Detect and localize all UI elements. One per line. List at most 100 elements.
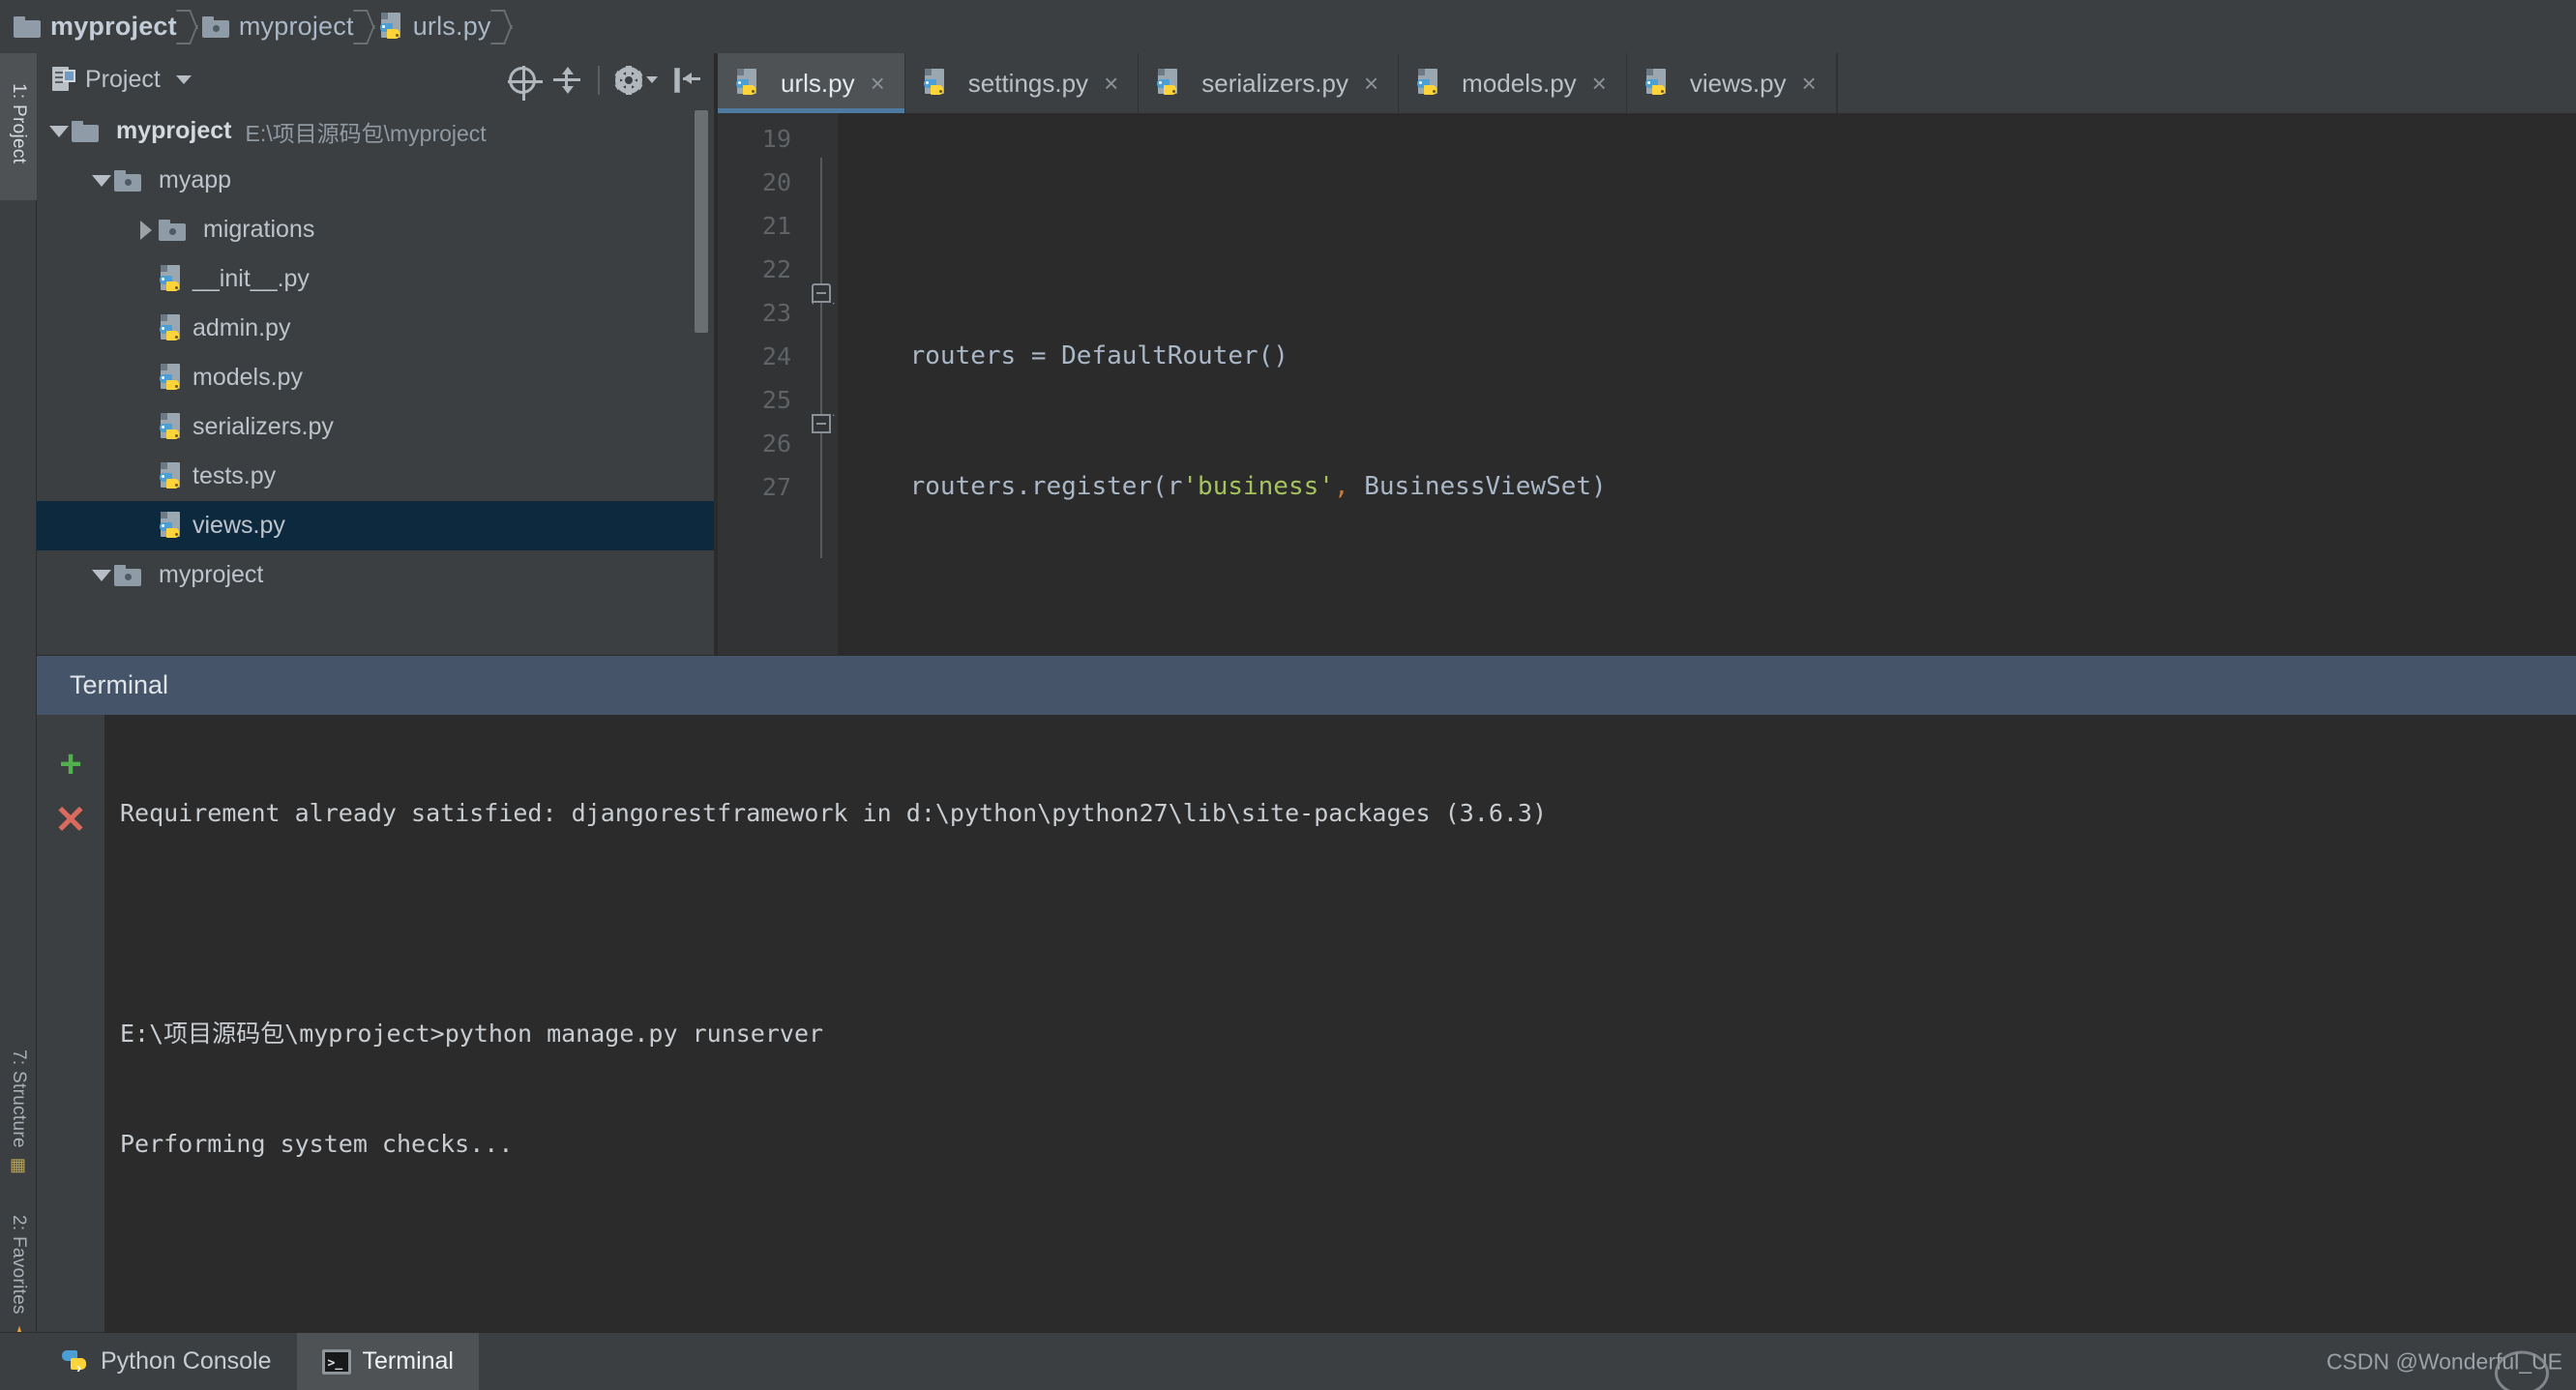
- python-file-icon: [159, 461, 184, 491]
- status-item-label: Terminal: [362, 1347, 454, 1375]
- hide-panel-icon[interactable]: [673, 66, 702, 95]
- tab-settings-py[interactable]: settings.py ×: [905, 53, 1140, 113]
- line-number: 20: [761, 168, 791, 196]
- twisty-expanded-icon[interactable]: [89, 174, 114, 187]
- tree-item-serializers-py[interactable]: serializers.py: [37, 402, 714, 452]
- line-number: 23: [761, 299, 791, 327]
- close-icon[interactable]: ×: [871, 71, 885, 96]
- collapse-all-icon[interactable]: [551, 65, 582, 96]
- module-folder-icon: [159, 219, 186, 241]
- breadcrumb-item-module[interactable]: myproject: [201, 0, 379, 53]
- sidebar-item-structure[interactable]: 7: Structure ▦: [0, 1030, 37, 1195]
- pycharm-window: myproject myproject urls.py 1: Project 7…: [0, 0, 2576, 1390]
- python-file-icon: [159, 511, 184, 541]
- watermark: CSDN @Wonderful_UE: [2326, 1348, 2562, 1390]
- line-number: 25: [761, 386, 791, 414]
- python-file-icon: [923, 69, 948, 98]
- tab-views-py[interactable]: views.py ×: [1627, 53, 1837, 113]
- twisty-collapsed-icon[interactable]: [133, 220, 159, 240]
- settings-gear-icon[interactable]: [614, 65, 643, 95]
- sidebar-structure-label: 7: Structure: [9, 1049, 29, 1148]
- tab-models-py[interactable]: models.py ×: [1399, 53, 1627, 113]
- project-panel-header: Project: [37, 53, 714, 106]
- breadcrumb-item-project[interactable]: myproject: [14, 0, 202, 53]
- tab-label: urls.py: [781, 68, 855, 98]
- close-icon[interactable]: ×: [1802, 71, 1817, 96]
- locate-target-icon[interactable]: [508, 65, 543, 101]
- status-item-python-console[interactable]: › Python Console: [37, 1333, 297, 1390]
- tree-item-myproject-module[interactable]: myproject: [37, 550, 714, 600]
- terminal-line: Performing system checks...: [120, 1130, 514, 1158]
- terminal-icon: >_: [321, 1348, 351, 1375]
- code-line-20: routers = DefaultRouter(): [838, 335, 2576, 378]
- tab-label: views.py: [1689, 68, 1787, 98]
- new-session-icon[interactable]: +: [37, 736, 104, 792]
- close-icon[interactable]: ×: [1104, 71, 1118, 96]
- close-icon[interactable]: ×: [1592, 71, 1607, 96]
- tab-urls-py[interactable]: urls.py ×: [718, 53, 905, 113]
- project-tree-scrollbar[interactable]: [695, 110, 708, 333]
- breadcrumb-separator-icon: [494, 8, 511, 46]
- fold-toggle-close-icon[interactable]: [812, 414, 831, 433]
- tree-item-models-py[interactable]: models.py: [37, 353, 714, 402]
- python-file-icon: [1644, 69, 1670, 98]
- code-content[interactable]: routers = DefaultRouter() routers.regist…: [838, 113, 2576, 655]
- code-token-punct: ,: [1333, 472, 1349, 501]
- terminal-panel: + ✕ Requirement already satisfied: djang…: [37, 715, 2576, 1332]
- chevron-down-icon[interactable]: [646, 76, 658, 83]
- tree-item-label: admin.py: [192, 314, 291, 341]
- breadcrumb-item-file[interactable]: urls.py: [379, 0, 517, 53]
- sidebar-project-label: 1: Project: [9, 82, 29, 164]
- code-line-21: routers.register(r'business', BusinessVi…: [838, 465, 2576, 509]
- project-tree[interactable]: myproject E:\项目源码包\myproject myapp migra…: [37, 106, 714, 655]
- sidebar-item-project[interactable]: 1: Project: [0, 53, 37, 200]
- twisty-expanded-icon[interactable]: [89, 569, 114, 581]
- tree-item-label: myproject: [159, 561, 264, 588]
- python-file-icon: [159, 313, 184, 343]
- tree-item-init-py[interactable]: __init__.py: [37, 254, 714, 304]
- tree-item-tests-py[interactable]: tests.py: [37, 452, 714, 501]
- tree-item-label: serializers.py: [192, 413, 334, 440]
- close-session-icon[interactable]: ✕: [37, 792, 104, 848]
- terminal-line: E:\项目源码包\myproject>python manage.py runs…: [120, 1020, 824, 1048]
- tree-item-views-py[interactable]: views.py: [37, 501, 714, 550]
- editor-area: urls.py × settings.py × serializers.py ×: [718, 53, 2576, 655]
- line-number: 24: [761, 342, 791, 370]
- code-folding-gutter[interactable]: [805, 113, 838, 655]
- line-number: 19: [761, 125, 791, 153]
- tab-label: serializers.py: [1201, 68, 1348, 98]
- line-number: 22: [761, 255, 791, 283]
- tree-item-label: models.py: [192, 364, 303, 391]
- terminal-output[interactable]: Requirement already satisfied: djangores…: [104, 715, 2576, 1332]
- fold-toggle-open-icon[interactable]: [812, 283, 831, 303]
- terminal-title: Terminal: [70, 670, 169, 699]
- tab-serializers-py[interactable]: serializers.py ×: [1139, 53, 1400, 113]
- chevron-down-icon[interactable]: [175, 75, 192, 84]
- python-file-icon: [159, 363, 184, 393]
- fold-region-line: [820, 158, 822, 558]
- tree-item-migrations[interactable]: migrations: [37, 205, 714, 254]
- terminal-header[interactable]: Terminal: [37, 655, 2576, 715]
- project-title-dropdown[interactable]: Project: [52, 66, 192, 94]
- status-item-terminal[interactable]: >_ Terminal: [296, 1333, 479, 1390]
- settings-gear-button[interactable]: [614, 65, 658, 95]
- breadcrumb-label: myproject: [50, 12, 177, 41]
- code-editor[interactable]: 19 20 21 22 23 24 25 26 27 routers = Def…: [718, 113, 2576, 655]
- tree-item-myproject-root[interactable]: myproject E:\项目源码包\myproject: [37, 106, 714, 156]
- left-tool-rail: 1: Project 7: Structure ▦ 2: Favorites ★: [0, 53, 37, 1348]
- close-icon[interactable]: ×: [1364, 71, 1378, 96]
- twisty-expanded-icon[interactable]: [46, 125, 72, 137]
- tree-item-admin-py[interactable]: admin.py: [37, 304, 714, 353]
- module-folder-icon: [201, 15, 229, 38]
- tree-item-path: E:\项目源码包\myproject: [245, 120, 487, 146]
- module-folder-icon: [114, 169, 141, 192]
- line-number: 21: [761, 212, 791, 240]
- editor-tab-bar: urls.py × settings.py × serializers.py ×: [718, 53, 2576, 113]
- code-token-string: 'business': [1182, 472, 1334, 501]
- status-item-label: Python Console: [101, 1347, 272, 1375]
- tree-item-myapp[interactable]: myapp: [37, 156, 714, 205]
- status-bar: › Python Console >_ Terminal CSDN @Wonde…: [0, 1332, 2576, 1390]
- tab-label: models.py: [1462, 68, 1577, 98]
